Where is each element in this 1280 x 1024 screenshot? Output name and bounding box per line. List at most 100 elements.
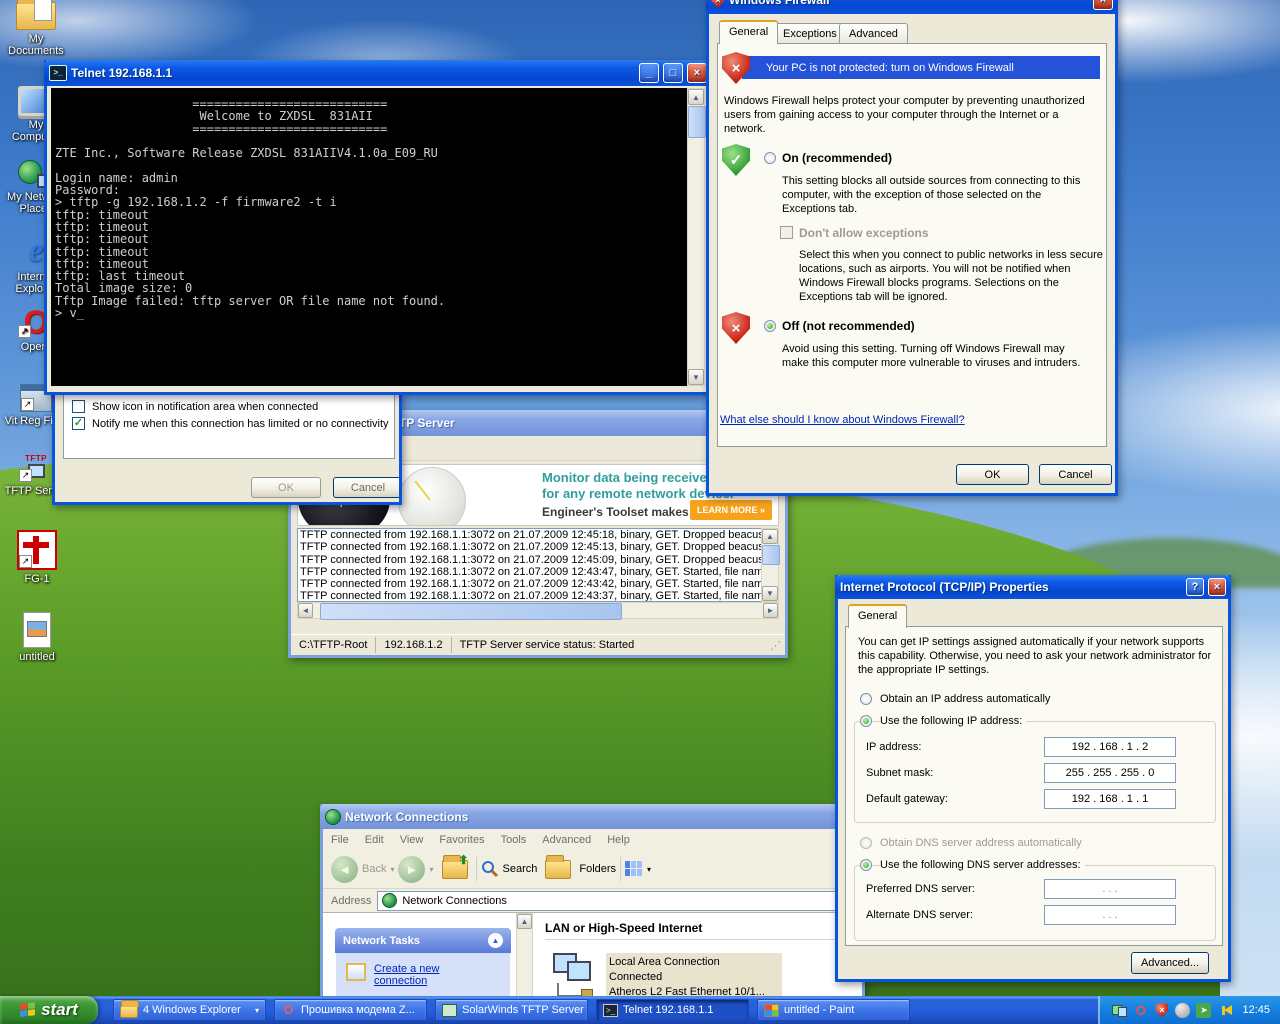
tray-network-icon[interactable] — [1112, 1003, 1127, 1018]
log-row[interactable]: TFTP connected from 192.168.1.1:3072 on … — [300, 578, 761, 590]
cancel-button[interactable]: Cancel — [333, 477, 402, 498]
ok-button[interactable]: OK — [251, 477, 321, 498]
log-row[interactable]: TFTP connected from 192.168.1.1:3072 on … — [300, 554, 761, 566]
obtain-ip-label[interactable]: Obtain an IP address automatically — [880, 693, 1050, 705]
advanced-button[interactable]: Advanced... — [1131, 952, 1209, 974]
scroll-left-icon[interactable]: ◄ — [298, 603, 313, 618]
close-button[interactable]: × — [687, 63, 707, 83]
firewall-off-radio[interactable] — [764, 320, 776, 332]
subnet-mask-field[interactable]: 255 . 255 . 255 . 0 — [1044, 763, 1176, 783]
log-vertical-scrollbar[interactable]: ▲ ▼ — [761, 528, 779, 602]
close-button[interactable]: × — [1093, 0, 1113, 10]
ip-address-field[interactable]: 192 . 168 . 1 . 2 — [1044, 737, 1176, 757]
use-ip-label[interactable]: Use the following IP address: — [880, 715, 1026, 727]
log-row[interactable]: TFTP connected from 192.168.1.1:3072 on … — [300, 590, 761, 602]
log-row[interactable]: TFTP connected from 192.168.1.1:3072 on … — [300, 541, 761, 553]
firewall-off-label[interactable]: Off (not recommended) — [782, 319, 915, 333]
scroll-up-icon[interactable]: ▲ — [517, 914, 532, 929]
lan-connection-icon[interactable] — [551, 949, 603, 1001]
back-dropdown-icon[interactable]: ▾ — [390, 865, 394, 874]
address-combo[interactable]: Network Connections — [377, 891, 854, 911]
folders-icon[interactable] — [545, 860, 571, 879]
tray-antivirus-icon[interactable]: ➤ — [1196, 1003, 1211, 1018]
folders-button-label[interactable]: Folders — [579, 863, 616, 875]
desktop-icon-untitled-image[interactable]: untitled — [4, 612, 70, 663]
search-icon[interactable] — [481, 860, 499, 878]
menu-file[interactable]: File — [323, 834, 357, 846]
desktop-icon-fg1[interactable]: ↗ FG-1 — [4, 530, 70, 585]
forward-dropdown-icon[interactable]: ▾ — [429, 865, 433, 874]
obtain-ip-radio[interactable] — [860, 693, 872, 705]
taskbar-button-opera[interactable]: O Прошивка модема Z... — [274, 999, 427, 1021]
desktop-icon-my-documents[interactable]: My Documents — [3, 2, 69, 57]
collapse-chevron-icon[interactable]: ▲ — [488, 933, 503, 948]
scrollbar-thumb[interactable] — [688, 106, 706, 138]
log-row[interactable]: TFTP connected from 192.168.1.1:3072 on … — [300, 566, 761, 578]
resize-grip-icon[interactable]: ⋰ — [770, 639, 785, 652]
menu-edit[interactable]: Edit — [357, 834, 392, 846]
no-exceptions-checkbox[interactable] — [780, 226, 793, 239]
taskbar-button-explorer[interactable]: 4 Windows Explorer ▾ — [113, 999, 266, 1021]
menu-view[interactable]: View — [392, 834, 432, 846]
tab-general[interactable]: General — [719, 20, 778, 44]
use-ip-radio[interactable] — [860, 715, 872, 727]
use-dns-radio[interactable] — [860, 859, 872, 871]
preferred-dns-field[interactable]: . . . — [1044, 879, 1176, 899]
scroll-right-icon[interactable]: ► — [763, 603, 778, 618]
log-row[interactable]: TFTP connected from 192.168.1.1:3072 on … — [300, 529, 761, 541]
views-icon[interactable] — [625, 861, 643, 877]
console-scrollbar[interactable]: ▲ ▼ — [687, 88, 705, 386]
close-button[interactable]: × — [1208, 578, 1226, 596]
tab-exceptions[interactable]: Exceptions — [773, 23, 847, 44]
lan-connection-item[interactable]: Local Area Connection Connected Atheros … — [606, 953, 782, 1002]
back-button-label[interactable]: Back — [362, 863, 386, 875]
ok-button[interactable]: OK — [956, 464, 1029, 485]
taskbar-button-paint[interactable]: untitled - Paint — [757, 999, 910, 1021]
learn-more-button[interactable]: LEARN MORE » — [690, 500, 772, 520]
no-exceptions-desc: Select this when you connect to public n… — [799, 248, 1105, 304]
firewall-help-link[interactable]: What else should I know about Windows Fi… — [720, 414, 965, 426]
firewall-on-radio[interactable] — [764, 152, 776, 164]
start-button[interactable]: start — [0, 996, 98, 1024]
use-dns-label[interactable]: Use the following DNS server addresses: — [880, 859, 1085, 871]
taskbar-button-telnet[interactable]: >_ Telnet 192.168.1.1 — [596, 999, 749, 1021]
taskbar-button-tftp[interactable]: SolarWinds TFTP Server — [435, 999, 588, 1021]
up-folder-icon[interactable]: ⬆ — [442, 860, 468, 879]
tab-general[interactable]: General — [848, 604, 907, 628]
scroll-down-icon[interactable]: ▼ — [762, 586, 778, 601]
menu-advanced[interactable]: Advanced — [534, 834, 599, 846]
log-horizontal-scrollbar[interactable]: ◄ ► — [297, 602, 779, 619]
notify-limited-checkbox[interactable]: ✓ — [72, 417, 85, 430]
task-create-connection[interactable]: Create a new connection — [336, 953, 510, 987]
tab-advanced[interactable]: Advanced — [839, 23, 908, 44]
scroll-up-icon[interactable]: ▲ — [688, 89, 704, 105]
obtain-dns-radio[interactable] — [860, 837, 872, 849]
tray-player-icon[interactable] — [1175, 1003, 1190, 1018]
firewall-on-label[interactable]: On (recommended) — [782, 151, 892, 165]
menu-favorites[interactable]: Favorites — [431, 834, 492, 846]
toolbar-separator — [620, 857, 621, 881]
network-tasks-header[interactable]: Network Tasks ▲ — [335, 928, 511, 953]
tray-volume-icon[interactable] — [1217, 1003, 1232, 1018]
obtain-dns-label: Obtain DNS server address automatically — [880, 837, 1082, 849]
menu-tools[interactable]: Tools — [493, 834, 535, 846]
menu-help[interactable]: Help — [599, 834, 638, 846]
forward-icon[interactable]: ► — [398, 856, 425, 883]
cancel-button[interactable]: Cancel — [1039, 464, 1112, 485]
tray-security-alert-icon[interactable]: × — [1154, 1003, 1169, 1018]
scroll-up-icon[interactable]: ▲ — [762, 529, 778, 544]
tray-opera-icon[interactable]: O — [1133, 1003, 1148, 1018]
telnet-console[interactable]: =========================== Welcome to Z… — [51, 88, 687, 386]
show-icon-checkbox[interactable] — [72, 400, 85, 413]
minimize-button[interactable]: _ — [639, 63, 659, 83]
scroll-down-icon[interactable]: ▼ — [688, 369, 704, 385]
scrollbar-thumb[interactable] — [320, 603, 622, 620]
help-button[interactable]: ? — [1186, 578, 1204, 596]
maximize-button[interactable]: □ — [663, 63, 683, 83]
back-icon[interactable]: ◄ — [331, 856, 358, 883]
default-gateway-field[interactable]: 192 . 168 . 1 . 1 — [1044, 789, 1176, 809]
search-button-label[interactable]: Search — [503, 863, 538, 875]
views-dropdown-icon[interactable]: ▾ — [647, 865, 651, 874]
alternate-dns-field[interactable]: . . . — [1044, 905, 1176, 925]
scrollbar-thumb[interactable] — [762, 545, 780, 565]
